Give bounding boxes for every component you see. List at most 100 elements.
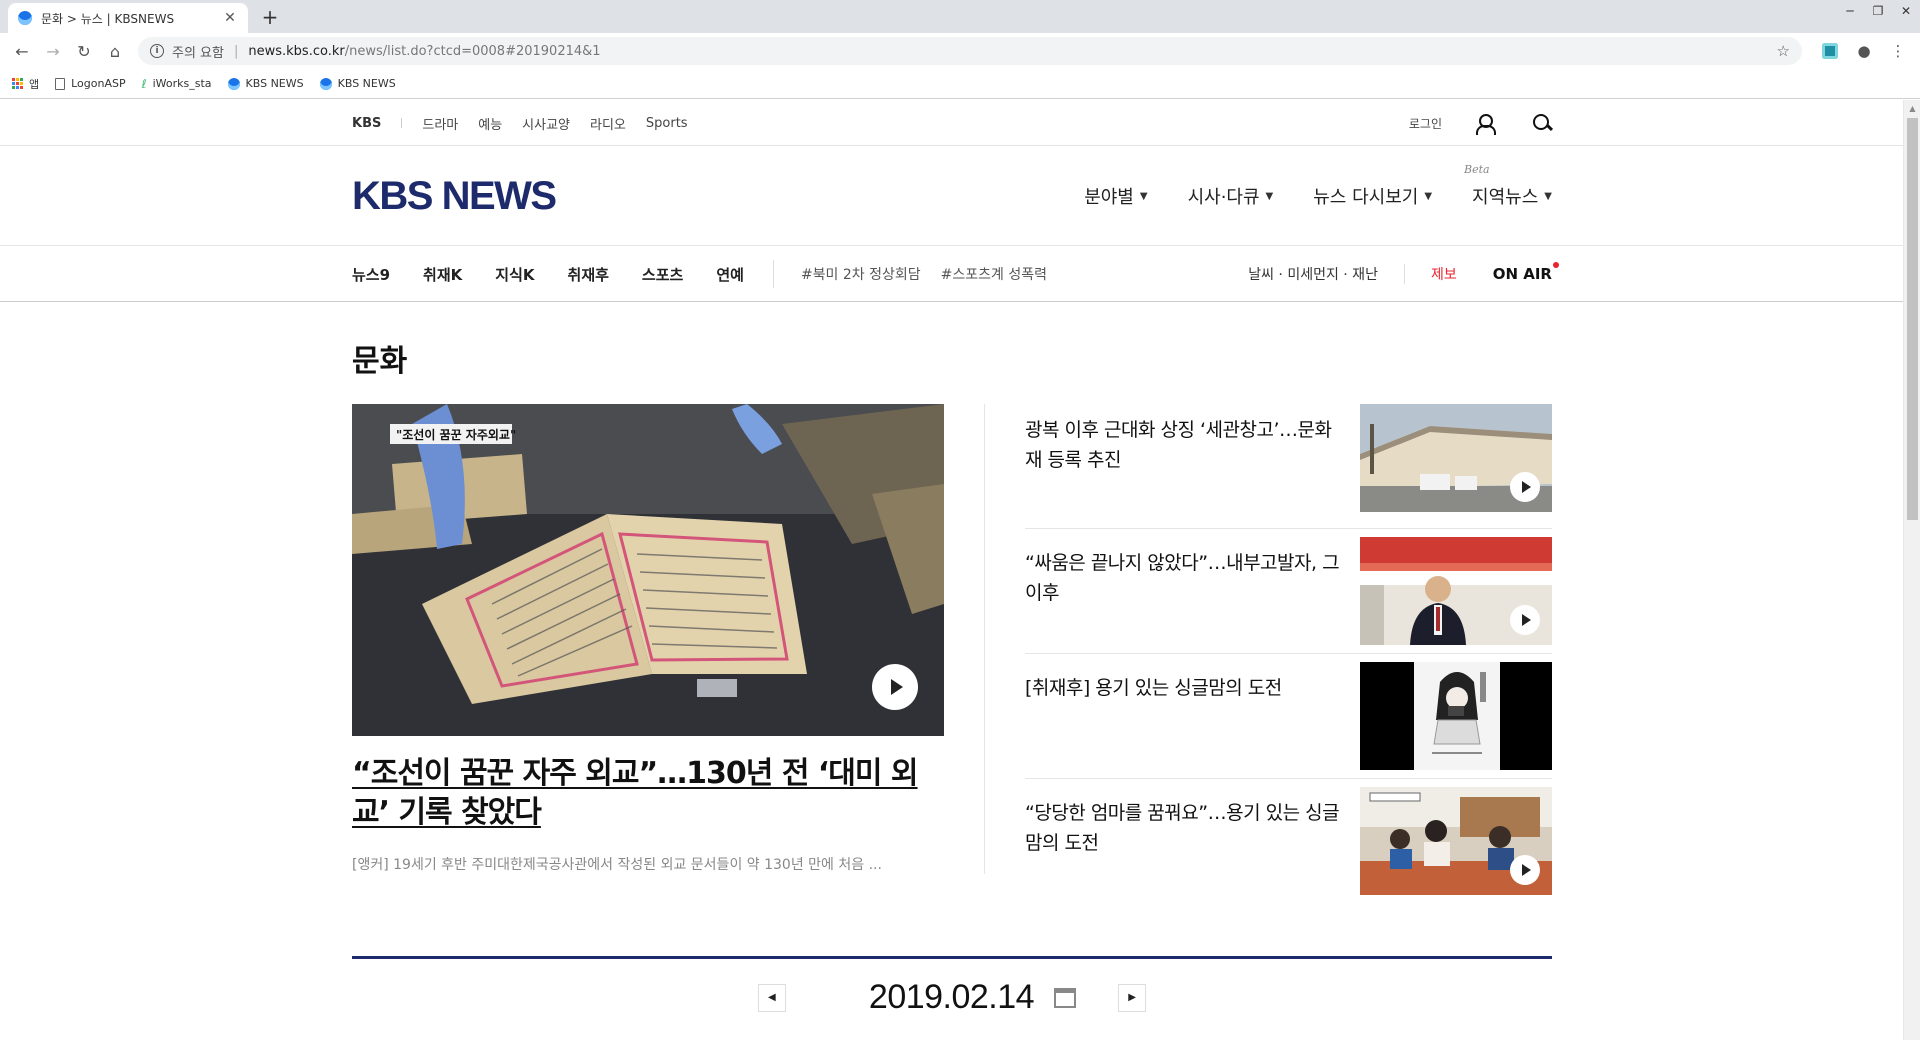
nav-item-label: 시사·다큐 <box>1187 187 1260 208</box>
url-host: news.kbs.co.kr <box>248 43 345 59</box>
divider <box>1403 264 1405 284</box>
article-title[interactable]: “싸움은 끝나지 않았다”…내부고발자, 그 이후 <box>1025 529 1360 653</box>
article-thumbnail[interactable] <box>1360 537 1552 645</box>
user-icon[interactable] <box>1474 113 1496 135</box>
page-scrollbar[interactable]: ▲ <box>1903 100 1920 1040</box>
hashtag-link[interactable]: #스포츠계 성폭력 <box>941 264 1047 284</box>
nav-item-regional[interactable]: Beta 지역뉴스 ▼ <box>1464 163 1552 209</box>
nav-item-category[interactable]: 분야별 ▼ <box>1084 183 1147 209</box>
bookmark-iworks[interactable]: ℓ iWorks_sta <box>142 77 212 90</box>
lead-article-summary: [앵커] 19세기 후반 주미대한제국공사관에서 작성된 외교 문서들이 약 1… <box>352 857 882 873</box>
date-navigator: ◀ 2019.02.14 ▶ <box>352 956 1552 1036</box>
apps-icon <box>12 77 23 90</box>
globe-icon <box>319 77 332 90</box>
bookmark-kbs-news-1[interactable]: KBS NEWS <box>227 77 304 90</box>
article-thumbnail[interactable] <box>1360 787 1552 895</box>
program-nav: 뉴스9 취재K 지식K 취재후 스포츠 연예 #북미 2차 정상회담 #스포츠계… <box>0 246 1920 302</box>
report-link[interactable]: 제보 <box>1431 264 1457 284</box>
extension-icon <box>1822 43 1838 59</box>
lead-article[interactable]: "조선이 꿈꾼 자주외교" “조선이 꿈꾼 자주 외교”…130년 전 ‘대미 … <box>352 404 944 904</box>
hashtag-link[interactable]: #북미 2차 정상회담 <box>801 264 921 284</box>
address-bar[interactable]: i 주의 요함 | news.kbs.co.kr/news/list.do?ct… <box>138 37 1802 65</box>
close-window-icon[interactable]: ✕ <box>1892 0 1920 22</box>
play-icon[interactable] <box>1510 605 1540 635</box>
login-link[interactable]: 로그인 <box>1409 115 1442 132</box>
profile-icon[interactable]: ● <box>1850 37 1878 65</box>
program-link-jisikk[interactable]: 지식K <box>495 264 534 285</box>
browser-tab[interactable]: 문화 > 뉴스 | KBSNEWS ✕ <box>8 3 248 33</box>
article-title[interactable]: [취재후] 용기 있는 싱글맘의 도전 <box>1025 654 1360 778</box>
scrollbar-thumb[interactable] <box>1907 118 1918 520</box>
onair-link[interactable]: ON AIR <box>1493 262 1559 283</box>
global-nav: KBS 드라마 예능 시사교양 라디오 Sports 로그인 <box>0 100 1920 146</box>
extension-button[interactable] <box>1816 37 1844 65</box>
list-item[interactable]: “싸움은 끝나지 않았다”…내부고발자, 그 이후 <box>1025 529 1552 654</box>
list-item[interactable]: 광복 이후 근대화 상징 ‘세관창고’…문화재 등록 추진 <box>1025 404 1552 529</box>
bookmark-kbs-news-2[interactable]: KBS NEWS <box>319 77 396 90</box>
program-link-chuijaek[interactable]: 취재K <box>423 264 462 285</box>
back-icon[interactable]: ← <box>8 37 36 65</box>
kbs-news-logo[interactable]: KBS NEWS <box>352 174 557 219</box>
program-link-chuijaehu[interactable]: 취재후 <box>568 264 609 285</box>
live-dot-icon <box>1553 262 1559 268</box>
bookmark-logonasp[interactable]: LogonASP <box>55 77 126 90</box>
divider <box>772 260 774 288</box>
article-thumbnail[interactable] <box>1360 662 1552 770</box>
lead-article-thumbnail[interactable]: "조선이 꿈꾼 자주외교" <box>352 404 944 736</box>
home-icon[interactable]: ⌂ <box>101 37 129 65</box>
play-icon[interactable] <box>1510 472 1540 502</box>
lead-article-headline[interactable]: “조선이 꿈꾼 자주 외교”…130년 전 ‘대미 외교’ 기록 찾았다 <box>352 754 944 832</box>
program-link-sports[interactable]: 스포츠 <box>642 264 683 285</box>
service-link-sports[interactable]: Sports <box>646 116 688 131</box>
article-title[interactable]: “당당한 엄마를 꿈꿔요”…용기 있는 싱글맘의 도전 <box>1025 779 1360 904</box>
new-tab-button[interactable]: + <box>258 5 282 29</box>
info-icon[interactable]: i <box>150 44 164 58</box>
prev-date-button[interactable]: ◀ <box>757 983 786 1012</box>
divider <box>401 118 403 128</box>
service-link-entertainment[interactable]: 예능 <box>478 114 502 133</box>
page-viewport: KBS 드라마 예능 시사교양 라디오 Sports 로그인 KBS NEWS … <box>0 100 1920 1040</box>
service-link-radio[interactable]: 라디오 <box>590 114 626 133</box>
nav-item-replay[interactable]: 뉴스 다시보기 ▼ <box>1313 183 1432 209</box>
calendar-icon[interactable] <box>1054 987 1077 1008</box>
article-list: 광복 이후 근대화 상징 ‘세관창고’…문화재 등록 추진 “싸움은 끝나지 않… <box>1025 404 1552 904</box>
url-path: /news/list.do?ctcd=0008#20190214&1 <box>344 43 601 59</box>
beta-badge: Beta <box>1464 163 1490 176</box>
caret-down-icon: ▼ <box>1265 190 1274 202</box>
reload-icon[interactable]: ↻ <box>70 37 98 65</box>
bookmark-label: KBS NEWS <box>337 77 396 90</box>
next-date-button[interactable]: ▶ <box>1118 983 1147 1012</box>
book-cover-image <box>1360 662 1552 770</box>
list-item[interactable]: [취재후] 용기 있는 싱글맘의 도전 <box>1025 654 1552 779</box>
program-link-entertainment[interactable]: 연예 <box>716 264 744 285</box>
play-icon[interactable] <box>872 664 918 710</box>
service-link-culture[interactable]: 시사교양 <box>522 114 570 133</box>
menu-icon[interactable]: ⋮ <box>1884 37 1912 65</box>
restore-icon[interactable]: ❐ <box>1864 0 1892 22</box>
caret-down-icon: ▼ <box>1424 190 1433 202</box>
bookmark-star-icon[interactable]: ☆ <box>1777 42 1790 60</box>
bookmark-label: iWorks_sta <box>152 77 212 90</box>
bookmarks-bar: 앱 LogonASP ℓ iWorks_sta KBS NEWS KBS NEW… <box>0 69 1920 99</box>
scroll-up-icon[interactable]: ▲ <box>1904 100 1920 117</box>
article-thumbnail[interactable] <box>1360 404 1552 512</box>
browser-toolbar: ← → ↻ ⌂ i 주의 요함 | news.kbs.co.kr/news/li… <box>0 33 1920 69</box>
caret-down-icon: ▼ <box>1544 190 1552 202</box>
article-title[interactable]: 광복 이후 근대화 상징 ‘세관창고’…문화재 등록 추진 <box>1025 404 1360 528</box>
kbs-home-link[interactable]: KBS <box>352 116 381 131</box>
nav-item-documentary[interactable]: 시사·다큐 ▼ <box>1188 183 1274 209</box>
forward-icon[interactable]: → <box>39 37 67 65</box>
close-tab-icon[interactable]: ✕ <box>222 10 238 26</box>
kbs-favicon-icon <box>18 11 32 25</box>
minimize-icon[interactable]: ─ <box>1836 0 1864 22</box>
browser-tabbar: 문화 > 뉴스 | KBSNEWS ✕ + ─ ❐ ✕ <box>0 0 1920 33</box>
service-link-drama[interactable]: 드라마 <box>422 114 458 133</box>
program-link-news9[interactable]: 뉴스9 <box>352 264 390 285</box>
current-date: 2019.02.14 <box>868 978 1035 1016</box>
play-icon[interactable] <box>1510 855 1540 885</box>
page-title: 문화 <box>352 344 408 379</box>
weather-link[interactable]: 날씨 · 미세먼지 · 재난 <box>1248 264 1378 284</box>
bookmark-apps[interactable]: 앱 <box>12 76 39 92</box>
list-item[interactable]: “당당한 엄마를 꿈꿔요”…용기 있는 싱글맘의 도전 <box>1025 779 1552 904</box>
search-icon[interactable] <box>1532 113 1552 133</box>
